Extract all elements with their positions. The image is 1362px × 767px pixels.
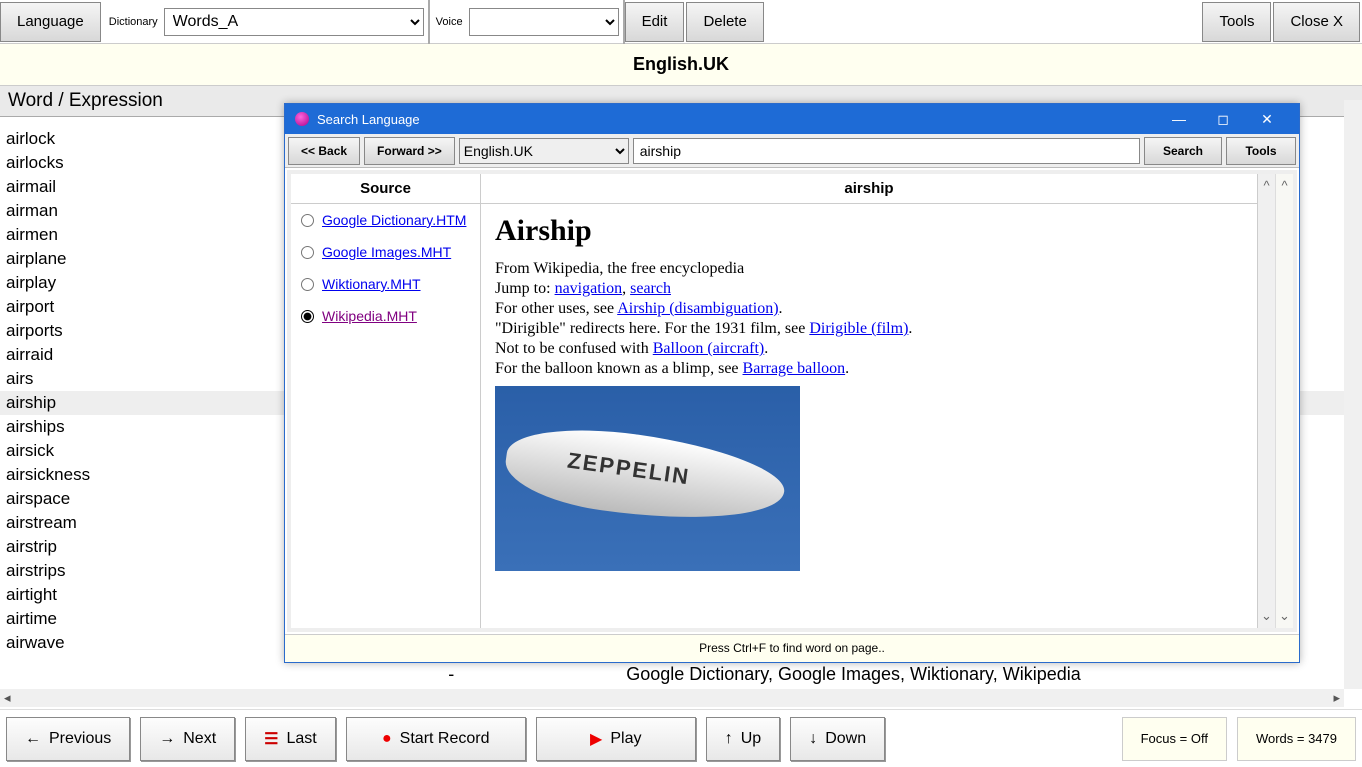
arrow-right-icon: → bbox=[159, 730, 175, 748]
balloon-aircraft-link[interactable]: Balloon (aircraft) bbox=[653, 340, 765, 357]
maximize-icon[interactable]: ◻ bbox=[1201, 111, 1245, 128]
source-item[interactable]: Google Dictionary.HTM bbox=[291, 204, 480, 236]
language-button[interactable]: Language bbox=[0, 2, 101, 42]
modal-title-text: Search Language bbox=[317, 112, 420, 127]
close-button[interactable]: Close X bbox=[1273, 2, 1360, 42]
modal-toolbar: << Back Forward >> English.UK Search Too… bbox=[285, 134, 1299, 168]
article-title: Airship bbox=[495, 214, 1243, 248]
arrow-left-icon: ← bbox=[25, 730, 41, 748]
content-scrollbar[interactable]: ^⌄ bbox=[1257, 174, 1275, 628]
navigation-link[interactable]: navigation bbox=[555, 280, 623, 297]
article-confused: Not to be confused with Balloon (aircraf… bbox=[495, 340, 1243, 358]
minimize-icon[interactable]: — bbox=[1157, 111, 1201, 127]
voice-label: Voice bbox=[430, 16, 469, 28]
content-column: airship Airship From Wikipedia, the free… bbox=[481, 174, 1257, 628]
back-button[interactable]: << Back bbox=[288, 137, 360, 165]
play-button[interactable]: ▶Play bbox=[536, 717, 696, 761]
article-dirigible: "Dirigible" redirects here. For the 1931… bbox=[495, 320, 1243, 338]
source-link[interactable]: Google Images.MHT bbox=[322, 244, 451, 260]
vertical-scrollbar[interactable] bbox=[1344, 100, 1362, 689]
up-button[interactable]: ↑Up bbox=[706, 717, 780, 761]
article-from: From Wikipedia, the free encyclopedia bbox=[495, 260, 1243, 278]
source-column: Source Google Dictionary.HTM Google Image… bbox=[291, 174, 481, 628]
down-button[interactable]: ↓Down bbox=[790, 717, 885, 761]
source-link[interactable]: Wikipedia.MHT bbox=[322, 308, 417, 324]
forward-button[interactable]: Forward >> bbox=[364, 137, 455, 165]
source-radio[interactable] bbox=[301, 214, 314, 227]
last-button[interactable]: ☰Last bbox=[245, 717, 336, 761]
modal-outer-scrollbar[interactable]: ^⌄ bbox=[1275, 174, 1293, 628]
app-icon bbox=[295, 112, 309, 126]
source-item[interactable]: Google Images.MHT bbox=[291, 236, 480, 268]
source-link[interactable]: Wiktionary.MHT bbox=[322, 276, 421, 292]
last-icon: ☰ bbox=[264, 729, 278, 749]
source-link[interactable]: Google Dictionary.HTM bbox=[322, 212, 466, 228]
content-header: airship bbox=[481, 174, 1257, 204]
play-icon: ▶ bbox=[590, 729, 602, 749]
tools-button[interactable]: Tools bbox=[1202, 2, 1271, 42]
arrow-down-icon: ↓ bbox=[809, 730, 817, 748]
source-radio[interactable] bbox=[301, 246, 314, 259]
source-radio[interactable] bbox=[301, 310, 314, 323]
focus-status: Focus = Off bbox=[1122, 717, 1227, 761]
barrage-balloon-link[interactable]: Barrage balloon bbox=[743, 360, 846, 377]
start-record-button[interactable]: ●Start Record bbox=[346, 717, 526, 761]
word-count-status: Words = 3479 bbox=[1237, 717, 1356, 761]
modal-tools-button[interactable]: Tools bbox=[1226, 137, 1296, 165]
source-radio[interactable] bbox=[301, 278, 314, 291]
dirigible-film-link[interactable]: Dirigible (film) bbox=[809, 320, 908, 337]
bottom-toolbar: ←Previous →Next ☰Last ●Start Record ▶Pla… bbox=[0, 709, 1362, 767]
modal-footer: Press Ctrl+F to find word on page.. bbox=[285, 634, 1299, 662]
delete-button[interactable]: Delete bbox=[686, 2, 763, 42]
search-language-window: Search Language — ◻ ✕ << Back Forward >>… bbox=[284, 103, 1300, 663]
dictionary-label: Dictionary bbox=[103, 16, 164, 28]
search-input[interactable] bbox=[633, 138, 1140, 164]
article-content: Airship From Wikipedia, the free encyclo… bbox=[481, 204, 1257, 581]
modal-language-select[interactable]: English.UK bbox=[459, 138, 629, 164]
source-header: Source bbox=[291, 174, 480, 204]
previous-button[interactable]: ←Previous bbox=[6, 717, 130, 761]
source-item[interactable]: Wiktionary.MHT bbox=[291, 268, 480, 300]
dictionaries-line: - Google Dictionary, Google Images, Wikt… bbox=[0, 664, 1362, 685]
next-button[interactable]: →Next bbox=[140, 717, 235, 761]
voice-select[interactable] bbox=[469, 8, 619, 36]
article-blimp: For the balloon known as a blimp, see Ba… bbox=[495, 360, 1243, 378]
top-toolbar: Language Dictionary Words_A Voice Edit D… bbox=[0, 0, 1362, 44]
source-item[interactable]: Wikipedia.MHT bbox=[291, 300, 480, 332]
horizontal-scrollbar[interactable]: ◂▸ bbox=[0, 689, 1344, 707]
search-button[interactable]: Search bbox=[1144, 137, 1222, 165]
record-icon: ● bbox=[382, 730, 392, 748]
language-title: English.UK bbox=[0, 44, 1362, 86]
edit-button[interactable]: Edit bbox=[625, 2, 685, 42]
modal-titlebar[interactable]: Search Language — ◻ ✕ bbox=[285, 104, 1299, 134]
arrow-up-icon: ↑ bbox=[725, 730, 733, 748]
article-other-uses: For other uses, see Airship (disambiguat… bbox=[495, 300, 1243, 318]
close-icon[interactable]: ✕ bbox=[1245, 111, 1289, 128]
disambiguation-link[interactable]: Airship (disambiguation) bbox=[617, 300, 778, 317]
search-link[interactable]: search bbox=[630, 280, 671, 297]
zeppelin-image: ZEPPELIN bbox=[495, 386, 800, 571]
article-jump: Jump to: navigation, search bbox=[495, 280, 1243, 298]
dictionary-select[interactable]: Words_A bbox=[164, 8, 424, 36]
